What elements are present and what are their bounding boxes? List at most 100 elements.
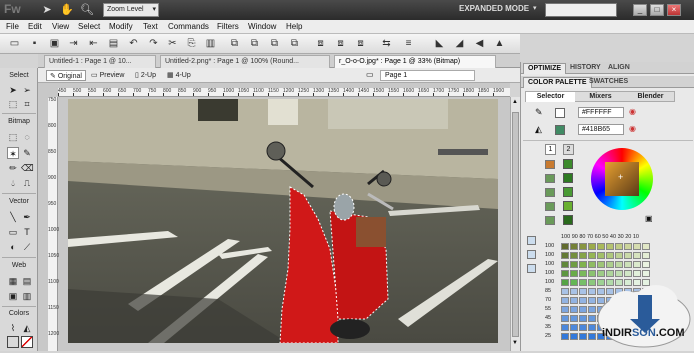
grid-color-cell[interactable] <box>597 252 605 259</box>
grid-color-cell[interactable] <box>561 243 569 250</box>
menu-edit[interactable]: Edit <box>28 22 42 31</box>
grid-color-cell[interactable] <box>606 261 614 268</box>
pen-tool-icon[interactable]: ✒ <box>21 211 33 223</box>
grid-color-cell[interactable] <box>624 243 632 250</box>
grid-color-cell[interactable] <box>642 243 650 250</box>
split-icon[interactable]: ⧉ <box>288 37 301 50</box>
doc-tab[interactable]: Untitled-1 : Page 1 @ 10... <box>44 55 156 68</box>
group-icon[interactable]: ⧉ <box>228 37 241 50</box>
swatch-type-icon[interactable] <box>545 216 555 225</box>
stamp-tool-icon[interactable]: ⎍ <box>21 177 33 189</box>
menu-filters[interactable]: Filters <box>217 22 239 31</box>
grid-color-cell[interactable] <box>561 324 569 331</box>
grid-color-cell[interactable] <box>570 297 578 304</box>
grid-color-cell[interactable] <box>570 288 578 295</box>
subtab-selector[interactable]: Selector <box>526 92 575 102</box>
close-button[interactable]: × <box>667 4 681 16</box>
subselect-tool-icon[interactable]: ➢ <box>21 84 33 96</box>
stroke-hex-field[interactable]: #FFFFFF <box>578 107 624 118</box>
redo-icon[interactable]: ↷ <box>147 37 160 50</box>
menu-modify[interactable]: Modify <box>109 22 133 31</box>
tab-align[interactable]: ALIGN <box>604 63 634 74</box>
grid-color-cell[interactable] <box>579 279 587 286</box>
scroll-up-icon[interactable]: ▲ <box>512 99 518 105</box>
magic-wand-tool-icon[interactable]: ✶ <box>7 147 19 159</box>
slice-tool-icon[interactable]: ▤ <box>21 275 33 287</box>
menu-text[interactable]: Text <box>143 22 158 31</box>
rotate-left-icon[interactable]: ◣ <box>433 37 446 50</box>
maximize-button[interactable]: □ <box>650 4 664 16</box>
menu-select[interactable]: Select <box>78 22 100 31</box>
tab-optimize[interactable]: OPTIMIZE <box>523 63 567 74</box>
fill-swatch[interactable] <box>555 125 565 135</box>
grid-color-cell[interactable] <box>615 243 623 250</box>
align-icon[interactable]: ≡ <box>402 37 415 50</box>
freeform-tool-icon[interactable]: ◐ <box>7 241 19 253</box>
grid-color-cell[interactable] <box>606 270 614 277</box>
grid-color-cell[interactable] <box>561 288 569 295</box>
bucket-tool-icon[interactable]: ◭ <box>21 322 33 334</box>
grid-color-cell[interactable] <box>579 261 587 268</box>
rectangle-tool-icon[interactable]: ▭ <box>7 226 19 238</box>
show-slices-icon[interactable]: ▥ <box>21 290 33 302</box>
grid-color-cell[interactable] <box>570 261 578 268</box>
scroll-down-icon[interactable]: ▼ <box>512 340 518 346</box>
swatch-type-icon[interactable] <box>545 160 555 169</box>
scrollbar-thumb[interactable] <box>512 112 519 337</box>
swatch-type-icon[interactable] <box>545 188 555 197</box>
document-canvas[interactable] <box>68 99 498 343</box>
subtab-blender[interactable]: Blender <box>626 92 675 102</box>
list-view-icon[interactable] <box>527 264 536 273</box>
distribute-icon[interactable]: ⇆ <box>380 37 393 50</box>
grid-color-cell[interactable] <box>615 270 623 277</box>
fill-color-well[interactable] <box>21 336 33 348</box>
swatch-set-1-button[interactable]: 1 <box>545 144 556 155</box>
grid-color-cell[interactable] <box>606 252 614 259</box>
grid-color-cell[interactable] <box>579 252 587 259</box>
search-input[interactable] <box>545 3 617 17</box>
grid-color-cell[interactable] <box>579 270 587 277</box>
grid-color-cell[interactable] <box>588 261 596 268</box>
grid-color-cell[interactable] <box>579 306 587 313</box>
grid-color-cell[interactable] <box>642 252 650 259</box>
grid-color-cell[interactable] <box>615 261 623 268</box>
grid-color-cell[interactable] <box>597 261 605 268</box>
hand-icon[interactable]: ✋ <box>60 3 74 17</box>
lasso-tool-icon[interactable]: ◌ <box>21 131 33 143</box>
stroke-color-well[interactable] <box>7 336 19 348</box>
subtab-mixers[interactable]: Mixers <box>576 92 625 102</box>
grid-color-cell[interactable] <box>633 270 641 277</box>
chevron-down-icon[interactable]: ▾ <box>533 4 537 12</box>
grid-color-cell[interactable] <box>570 252 578 259</box>
original-view-button[interactable]: ✎ Original <box>46 70 86 81</box>
eyedropper-tool-icon[interactable]: ⌇ <box>7 322 19 334</box>
grid-color-cell[interactable] <box>561 297 569 304</box>
brush-tool-icon[interactable]: ✎ <box>21 147 33 159</box>
pointer-icon[interactable]: ➤ <box>40 3 54 17</box>
grid-color-cell[interactable] <box>642 270 650 277</box>
grid-color-cell[interactable] <box>561 261 569 268</box>
grid-color-cell[interactable] <box>579 315 587 322</box>
marquee-tool-icon[interactable]: ⬚ <box>7 131 19 143</box>
grid-color-cell[interactable] <box>561 270 569 277</box>
color-swatch[interactable] <box>563 159 573 169</box>
menu-file[interactable]: File <box>6 22 19 31</box>
pencil-tool-icon[interactable]: ✏ <box>7 162 19 174</box>
export-icon[interactable]: ⇤ <box>87 37 100 50</box>
color-swatch[interactable] <box>563 201 573 211</box>
grid-color-cell[interactable] <box>570 270 578 277</box>
scale-tool-icon[interactable]: ⬚ <box>7 98 19 110</box>
eraser-tool-icon[interactable]: ⌫ <box>21 162 34 174</box>
import-icon[interactable]: ⇥ <box>67 37 80 50</box>
grid-color-cell[interactable] <box>579 243 587 250</box>
grid-color-cell[interactable] <box>615 252 623 259</box>
send-back-icon[interactable]: ⧈ <box>334 37 347 50</box>
grid-color-cell[interactable] <box>561 252 569 259</box>
grid-color-cell[interactable] <box>588 270 596 277</box>
cut-icon[interactable]: ✂ <box>166 37 179 50</box>
workspace-mode[interactable]: EXPANDED MODE <box>459 4 529 13</box>
tab-history[interactable]: HISTORY <box>566 63 605 74</box>
wheel-icon[interactable]: ◉ <box>629 124 636 133</box>
print-icon[interactable]: ▤ <box>107 37 120 50</box>
grid-color-cell[interactable] <box>642 261 650 268</box>
